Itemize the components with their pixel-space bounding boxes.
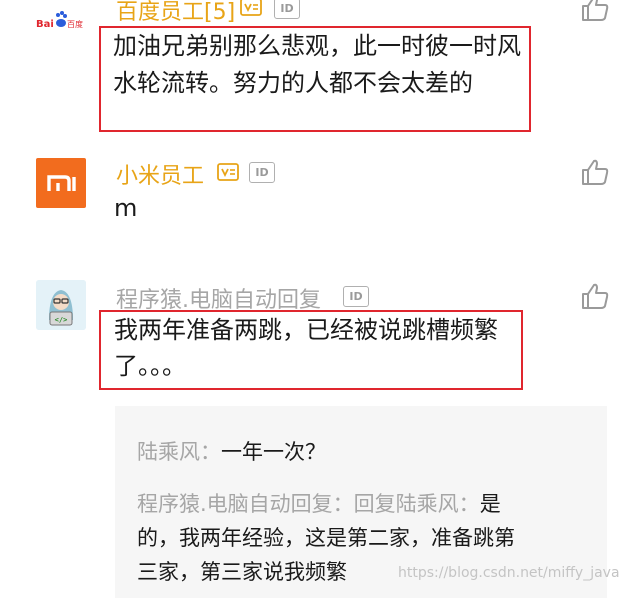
reply-text: 的，我两年经验，这是第二家，准备跳第	[137, 526, 515, 550]
reply-text: 三家，第三家说我频繁	[137, 560, 347, 584]
thumbs-up-icon[interactable]	[580, 282, 610, 310]
watermark: https://blog.csdn.net/miffy_java	[398, 565, 620, 581]
xiaomi-avatar[interactable]	[36, 158, 86, 208]
comment-text-line: m	[114, 194, 138, 222]
username[interactable]: 百度员工[5]	[116, 0, 235, 26]
username[interactable]: 小米员工	[116, 158, 204, 190]
baidu-logo-text: Bai	[36, 19, 54, 30]
reply-text: 一年一次？	[221, 440, 326, 464]
id-badge: ID	[274, 0, 300, 19]
svg-text:</>: </>	[55, 316, 68, 324]
comment-text-line: 水轮流转。努力的人都不会太差的	[113, 69, 473, 97]
id-badge: ID	[343, 286, 369, 307]
thumbs-up-icon[interactable]	[580, 158, 610, 186]
id-badge: ID	[249, 162, 275, 183]
verified-v-icon	[240, 0, 262, 16]
coder-avatar[interactable]: </>	[36, 280, 86, 330]
reply-username[interactable]: 程序猿.电脑自动回复：回复陆乘风：	[137, 492, 480, 516]
thumbs-up-icon[interactable]	[580, 0, 610, 22]
reply-text: 是	[479, 492, 501, 516]
reply-item[interactable]: 程序猿.电脑自动回复：回复陆乘风：是	[137, 486, 501, 522]
reply-username[interactable]: 陆乘风：	[137, 440, 221, 464]
baidu-avatar[interactable]: Bai 百度	[34, 0, 84, 36]
svg-text:百度: 百度	[67, 19, 83, 29]
comment-text-line: 了。。。	[114, 352, 186, 380]
comment-text-line: 加油兄弟别那么悲观，此一时彼一时风	[113, 32, 521, 60]
reply-item[interactable]: 陆乘风：一年一次？	[137, 434, 326, 470]
comment-text-line: 我两年准备两跳，已经被说跳槽频繁	[114, 316, 498, 344]
verified-v-icon	[217, 163, 239, 181]
